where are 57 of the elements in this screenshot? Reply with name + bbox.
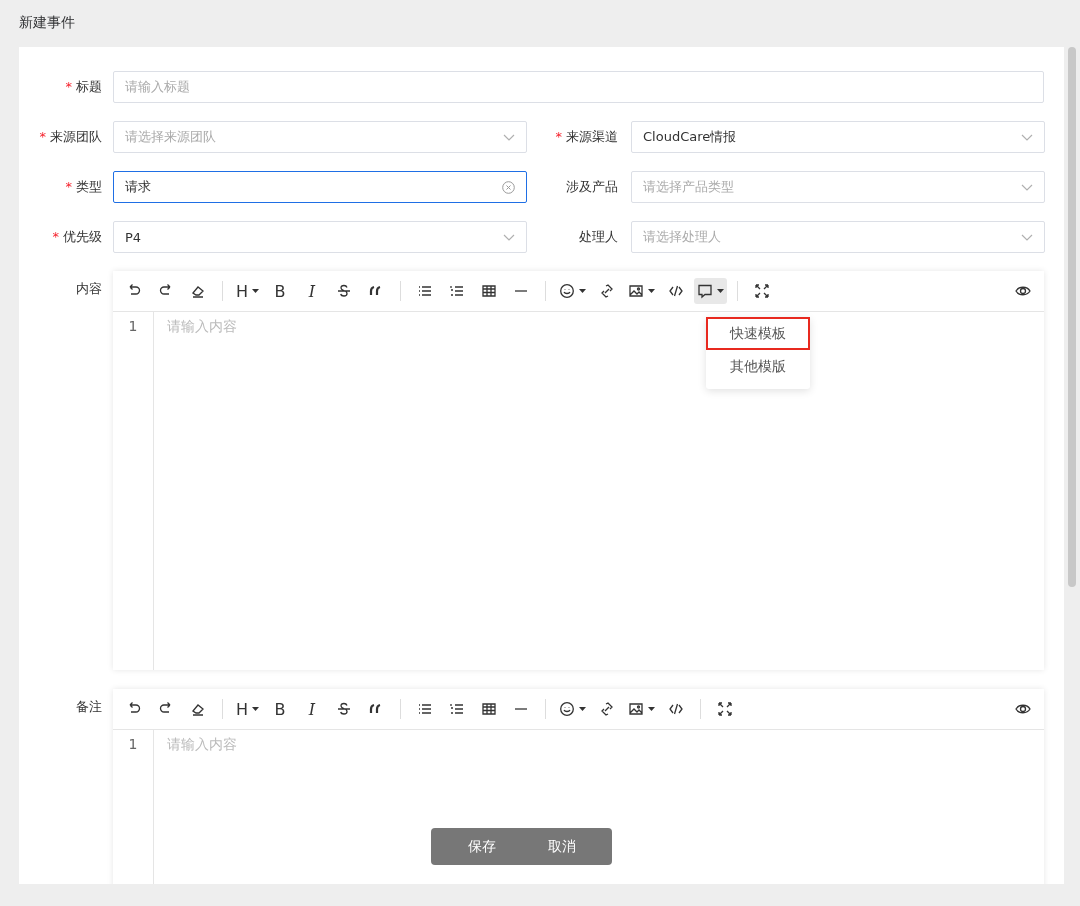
fullscreen-icon — [754, 283, 771, 299]
strikethrough-icon — [336, 283, 353, 299]
italic-button[interactable]: I — [298, 696, 327, 722]
cancel-button[interactable]: 取消 — [533, 833, 590, 860]
menu-item[interactable]: 快速模板 — [706, 317, 810, 350]
comment-button[interactable] — [694, 278, 728, 304]
field-label: 涉及产品 — [566, 179, 618, 194]
required-mark: * — [52, 229, 59, 244]
required-mark: * — [65, 179, 72, 194]
field-label: 来源团队 — [50, 129, 102, 144]
field-label: 处理人 — [579, 229, 618, 244]
menu-item[interactable]: 其他模版 — [706, 350, 810, 383]
image-icon — [628, 283, 645, 299]
italic-button[interactable]: I — [298, 278, 327, 304]
field-label: 备注 — [75, 698, 102, 716]
chevron-down-icon — [503, 133, 515, 141]
heading-button[interactable]: H — [233, 278, 263, 304]
chevron-down-icon — [503, 233, 515, 241]
field-label: 标题 — [76, 79, 102, 94]
field-label: 类型 — [76, 179, 102, 194]
bold-button[interactable]: B — [266, 278, 295, 304]
emoji-icon — [559, 283, 576, 299]
code-icon — [668, 701, 685, 717]
chevron-down-icon — [1021, 183, 1033, 191]
table-icon — [481, 283, 498, 299]
code-icon — [668, 283, 685, 299]
comment-icon — [697, 283, 714, 299]
bullet-list-icon — [417, 701, 434, 717]
chevron-down-icon — [1021, 233, 1033, 241]
required-mark: * — [555, 129, 562, 144]
select-field[interactable]: 请求 — [113, 171, 527, 203]
line-number: 1 — [128, 736, 138, 752]
page-title: 新建事件 — [19, 14, 75, 32]
bullet-list-icon — [417, 283, 434, 299]
line-number: 1 — [128, 318, 138, 334]
select-field[interactable]: CloudCare情报 — [631, 121, 1045, 153]
numbered-list-icon — [449, 283, 466, 299]
bold-button[interactable]: B — [266, 696, 295, 722]
strikethrough-icon — [336, 701, 353, 717]
required-mark: * — [39, 129, 46, 144]
save-button[interactable]: 保存 — [453, 833, 510, 860]
chevron-down-icon — [1021, 133, 1033, 141]
horizontal-rule-icon — [514, 290, 529, 292]
select-field[interactable]: P4 — [113, 221, 527, 253]
field-label: 优先级 — [63, 229, 102, 244]
field-label: 内容 — [75, 280, 102, 298]
numbered-list-icon — [449, 701, 466, 717]
horizontal-rule-icon — [514, 708, 529, 710]
image-icon — [628, 701, 645, 717]
emoji-icon — [559, 701, 576, 717]
table-icon — [481, 701, 498, 717]
scrollbar[interactable] — [1068, 47, 1076, 587]
heading-button[interactable]: H — [233, 696, 263, 722]
field-label: 来源渠道 — [566, 129, 618, 144]
clear-icon[interactable] — [502, 180, 515, 194]
required-mark: * — [65, 79, 72, 94]
fullscreen-icon — [717, 701, 734, 717]
